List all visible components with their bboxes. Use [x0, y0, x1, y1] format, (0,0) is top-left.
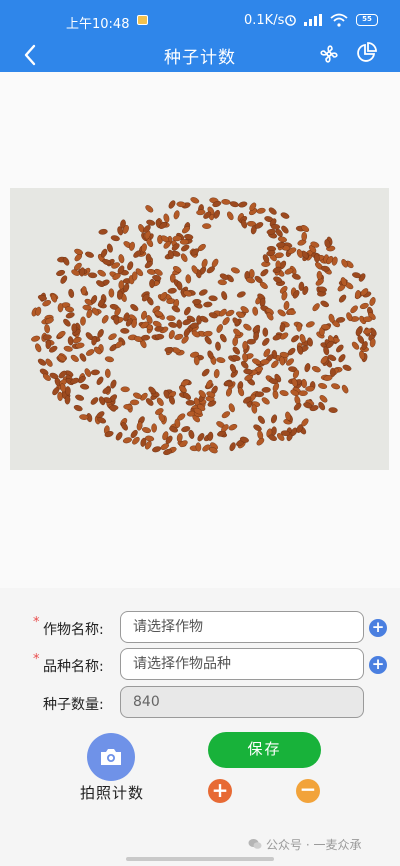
fan-icon[interactable]: [318, 43, 340, 65]
seed: [313, 253, 320, 263]
crop-row: * 作物名称: +: [0, 611, 400, 647]
seed: [301, 231, 308, 241]
seed: [166, 315, 176, 322]
crop-input[interactable]: [120, 611, 364, 643]
seed: [296, 322, 302, 332]
camera-count-label[interactable]: 拍照计数: [80, 782, 144, 803]
seed: [71, 323, 78, 333]
seed: [363, 316, 373, 323]
seed: [155, 333, 165, 340]
gallery-notification-icon: [137, 15, 148, 25]
seed: [254, 391, 265, 398]
seed: [131, 271, 138, 281]
seed: [120, 328, 130, 334]
seed: [202, 223, 212, 229]
status-time: 上午10:48: [66, 17, 130, 32]
seed: [64, 395, 71, 405]
required-mark: *: [33, 652, 40, 667]
signal-icon: [304, 14, 322, 26]
save-button[interactable]: 保存: [208, 732, 321, 768]
seed: [185, 274, 192, 284]
add-crop-button[interactable]: +: [369, 619, 387, 637]
page-title: 种子计数: [164, 48, 236, 68]
camera-icon: [101, 749, 121, 765]
seed: [242, 340, 248, 351]
wifi-icon: [330, 13, 348, 27]
camera-button[interactable]: [87, 733, 135, 781]
home-indicator[interactable]: [126, 857, 274, 861]
seed: [57, 303, 64, 313]
add-variety-button[interactable]: +: [369, 656, 387, 674]
seed: [149, 278, 155, 289]
status-bar: 上午10:48 0.1K/s 55: [0, 0, 400, 40]
seed: [262, 327, 269, 337]
seed: [42, 334, 52, 341]
seed: [65, 386, 71, 396]
required-mark: *: [33, 615, 40, 630]
alarm-icon: [285, 15, 296, 26]
seed: [151, 423, 157, 433]
seed: [192, 298, 202, 305]
seed: [80, 316, 86, 326]
wechat-icon: [248, 839, 262, 849]
seed: [176, 201, 186, 208]
seed-count-row: 种子数量:: [0, 686, 400, 722]
seed: [88, 272, 98, 279]
seed: [130, 399, 140, 406]
seed: [164, 347, 174, 353]
seed: [109, 404, 119, 411]
seed: [179, 239, 189, 245]
app-header: 种子计数: [0, 40, 400, 72]
battery-icon: 55: [356, 14, 378, 26]
pie-chart-icon[interactable]: [355, 42, 377, 64]
seed: [305, 385, 315, 392]
network-speed: 0.1K/s: [244, 13, 285, 28]
seed: [123, 403, 133, 410]
seed: [185, 399, 195, 406]
seed: [90, 369, 100, 376]
seed: [104, 368, 111, 378]
seed: [298, 281, 305, 291]
seed: [261, 387, 271, 393]
seed-count-field[interactable]: [120, 686, 364, 718]
seed: [140, 334, 151, 341]
variety-input[interactable]: [120, 648, 364, 680]
image-area: [0, 72, 400, 588]
crop-label: 作物名称:: [43, 622, 104, 638]
seed: [67, 336, 74, 346]
seed: [298, 390, 308, 397]
increase-button[interactable]: +: [208, 779, 232, 803]
variety-label: 品种名称:: [43, 659, 104, 675]
watermark: 公众号 · 一麦众承: [266, 838, 362, 852]
seed: [108, 288, 115, 298]
seed-photo: [10, 188, 389, 470]
seed: [176, 319, 183, 329]
decrease-button[interactable]: −: [296, 779, 320, 803]
seed: [120, 386, 130, 393]
seed-count-label: 种子数量:: [43, 697, 104, 713]
seed: [195, 442, 202, 452]
variety-row: * 品种名称: +: [0, 648, 400, 684]
seed: [270, 223, 281, 230]
